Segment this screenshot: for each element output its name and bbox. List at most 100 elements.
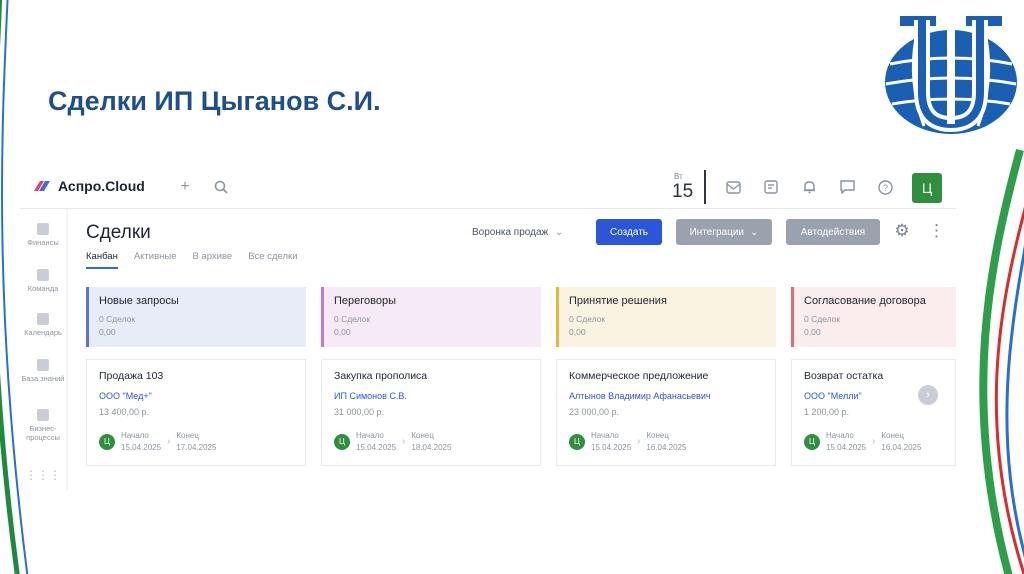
- stage-title: Новые запросы: [99, 295, 179, 307]
- date-widget[interactable]: Вт 15: [668, 170, 706, 204]
- assignee-avatar[interactable]: Ц: [99, 434, 115, 450]
- stage-sum: 0,00: [569, 327, 586, 337]
- page-title: Сделки: [86, 222, 151, 243]
- help-icon[interactable]: ?: [874, 176, 896, 198]
- finance-icon: [37, 223, 49, 235]
- apps-grid-icon[interactable]: ⋮⋮⋮: [20, 469, 66, 481]
- deal-card[interactable]: Продажа 103 ООО "Мед+" 13 400,00 р. Ц На…: [86, 359, 306, 466]
- gear-icon[interactable]: ⚙: [892, 221, 912, 241]
- sidebar-item-label: База знаний: [21, 374, 65, 383]
- funnel-label: Воронка продаж: [472, 227, 549, 238]
- stage-column-header: Новые запросы 0 Сделок 0,00: [86, 287, 306, 347]
- tab-archive[interactable]: В архиве: [193, 251, 233, 269]
- stage-count: 0 Сделок: [569, 314, 606, 324]
- end-label: Конец: [176, 431, 199, 440]
- add-icon[interactable]: +: [174, 176, 196, 198]
- bell-icon[interactable]: [798, 176, 820, 198]
- view-tabs: Канбан Активные В архиве Все сделки: [86, 251, 298, 269]
- auto-actions-button[interactable]: Автодействия: [786, 219, 880, 245]
- deal-title: Закупка прополиса: [334, 370, 428, 382]
- start-date: 15.04.2025: [826, 443, 867, 452]
- deal-company-link[interactable]: Алтынов Владимир Афанасьевич: [569, 391, 763, 401]
- main-content: Сделки Канбан Активные В архиве Все сдел…: [68, 209, 956, 490]
- end-date: 16.04.2025: [646, 443, 687, 452]
- create-button[interactable]: Создать: [596, 219, 662, 245]
- start-date: 15.04.2025: [356, 443, 397, 452]
- stage-sum: 0,00: [99, 327, 116, 337]
- mail-icon[interactable]: [722, 176, 744, 198]
- integrations-button[interactable]: Интеграции ⌄: [676, 219, 772, 245]
- date-day: 15: [672, 181, 694, 202]
- assignee-avatar[interactable]: Ц: [569, 434, 585, 450]
- search-icon[interactable]: [210, 176, 232, 198]
- stage-column-header: Переговоры 0 Сделок 0,00: [321, 287, 541, 347]
- sidebar: Финансы Команда Календарь База знаний Би…: [20, 209, 66, 490]
- end-label: Конец: [646, 431, 669, 440]
- business-process-icon: [37, 409, 49, 421]
- end-date: 17.04.2025: [176, 443, 217, 452]
- deal-card[interactable]: Коммерческое предложение Алтынов Владими…: [556, 359, 776, 466]
- start-label: Начало: [826, 431, 854, 440]
- team-icon: [37, 269, 49, 281]
- chevron-down-icon: ⌄: [555, 227, 564, 238]
- end-label: Конец: [881, 431, 904, 440]
- calendar-icon: [37, 313, 49, 325]
- brand[interactable]: Аспро.Cloud: [32, 178, 145, 194]
- end-label: Конец: [411, 431, 434, 440]
- start-label: Начало: [121, 431, 149, 440]
- brand-logo-icon: [34, 181, 50, 191]
- tasks-icon[interactable]: [760, 176, 782, 198]
- deal-amount: 1 200,00 р.: [804, 407, 850, 417]
- start-label: Начало: [591, 431, 619, 440]
- deal-amount: 31 000,00 р.: [334, 407, 385, 417]
- stage-count: 0 Сделок: [334, 314, 371, 324]
- tab-active[interactable]: Активные: [134, 251, 177, 269]
- deal-title: Возврат остатка: [804, 370, 884, 382]
- stage-sum: 0,00: [804, 327, 821, 337]
- tab-kanban[interactable]: Канбан: [86, 251, 118, 269]
- start-label: Начало: [356, 431, 384, 440]
- sidebar-item-team[interactable]: Команда: [20, 269, 66, 293]
- top-bar: Аспро.Cloud + Вт 15 ? Ц: [20, 166, 956, 209]
- more-options-icon[interactable]: ⋮: [928, 221, 945, 241]
- brand-name: Аспро.Cloud: [58, 178, 145, 194]
- chevron-down-icon: ⌄: [750, 226, 759, 238]
- sidebar-item-calendar[interactable]: Календарь: [20, 313, 66, 337]
- user-avatar[interactable]: Ц: [912, 173, 942, 203]
- app-window: Аспро.Cloud + Вт 15 ? Ц Финансы Команда …: [20, 166, 956, 490]
- stage-sum: 0,00: [334, 327, 351, 337]
- deal-company-link[interactable]: ИП Симонов С.В.: [334, 391, 528, 401]
- sidebar-item-business-processes[interactable]: Бизнес-процессы: [20, 409, 66, 442]
- sidebar-item-label: Бизнес-процессы: [26, 424, 60, 442]
- start-date: 15.04.2025: [121, 443, 162, 452]
- deal-title: Продажа 103: [99, 370, 164, 382]
- scroll-right-icon[interactable]: ›: [918, 385, 938, 405]
- stage-count: 0 Сделок: [99, 314, 136, 324]
- stage-column-header: Согласование договора 0 Сделок 0,00: [791, 287, 956, 347]
- end-date: 18.04.2025: [411, 443, 452, 452]
- integrations-label: Интеграции: [689, 226, 745, 238]
- chat-icon[interactable]: [836, 176, 858, 198]
- sidebar-item-finance[interactable]: Финансы: [20, 223, 66, 247]
- assignee-avatar[interactable]: Ц: [334, 434, 350, 450]
- stage-column-header: Принятие решения 0 Сделок 0,00: [556, 287, 776, 347]
- end-date: 16.04.2025: [881, 443, 922, 452]
- chevron-right-icon: ›: [167, 436, 171, 447]
- deal-card[interactable]: Возврат остатка ООО "Мелли" 1 200,00 р. …: [791, 359, 956, 466]
- chevron-right-icon: ›: [637, 436, 641, 447]
- deal-card[interactable]: Закупка прополиса ИП Симонов С.В. 31 000…: [321, 359, 541, 466]
- deal-company-link[interactable]: ООО "Мед+": [99, 391, 293, 401]
- knowledge-base-icon: [37, 359, 49, 371]
- slide-title: Сделки ИП Цыганов С.И.: [48, 86, 381, 116]
- sidebar-item-knowledge-base[interactable]: База знаний: [20, 359, 66, 383]
- assignee-avatar[interactable]: Ц: [804, 434, 820, 450]
- stage-title: Переговоры: [334, 295, 397, 307]
- date-weekday: Вт: [674, 172, 683, 181]
- stage-count: 0 Сделок: [804, 314, 841, 324]
- sidebar-item-label: Команда: [27, 284, 59, 293]
- svg-text:?: ?: [882, 183, 887, 193]
- deal-amount: 23 000,00 р.: [569, 407, 620, 417]
- deal-amount: 13 400,00 р.: [99, 407, 150, 417]
- tab-all-deals[interactable]: Все сделки: [248, 251, 297, 269]
- funnel-select[interactable]: Воронка продаж ⌄: [472, 227, 563, 238]
